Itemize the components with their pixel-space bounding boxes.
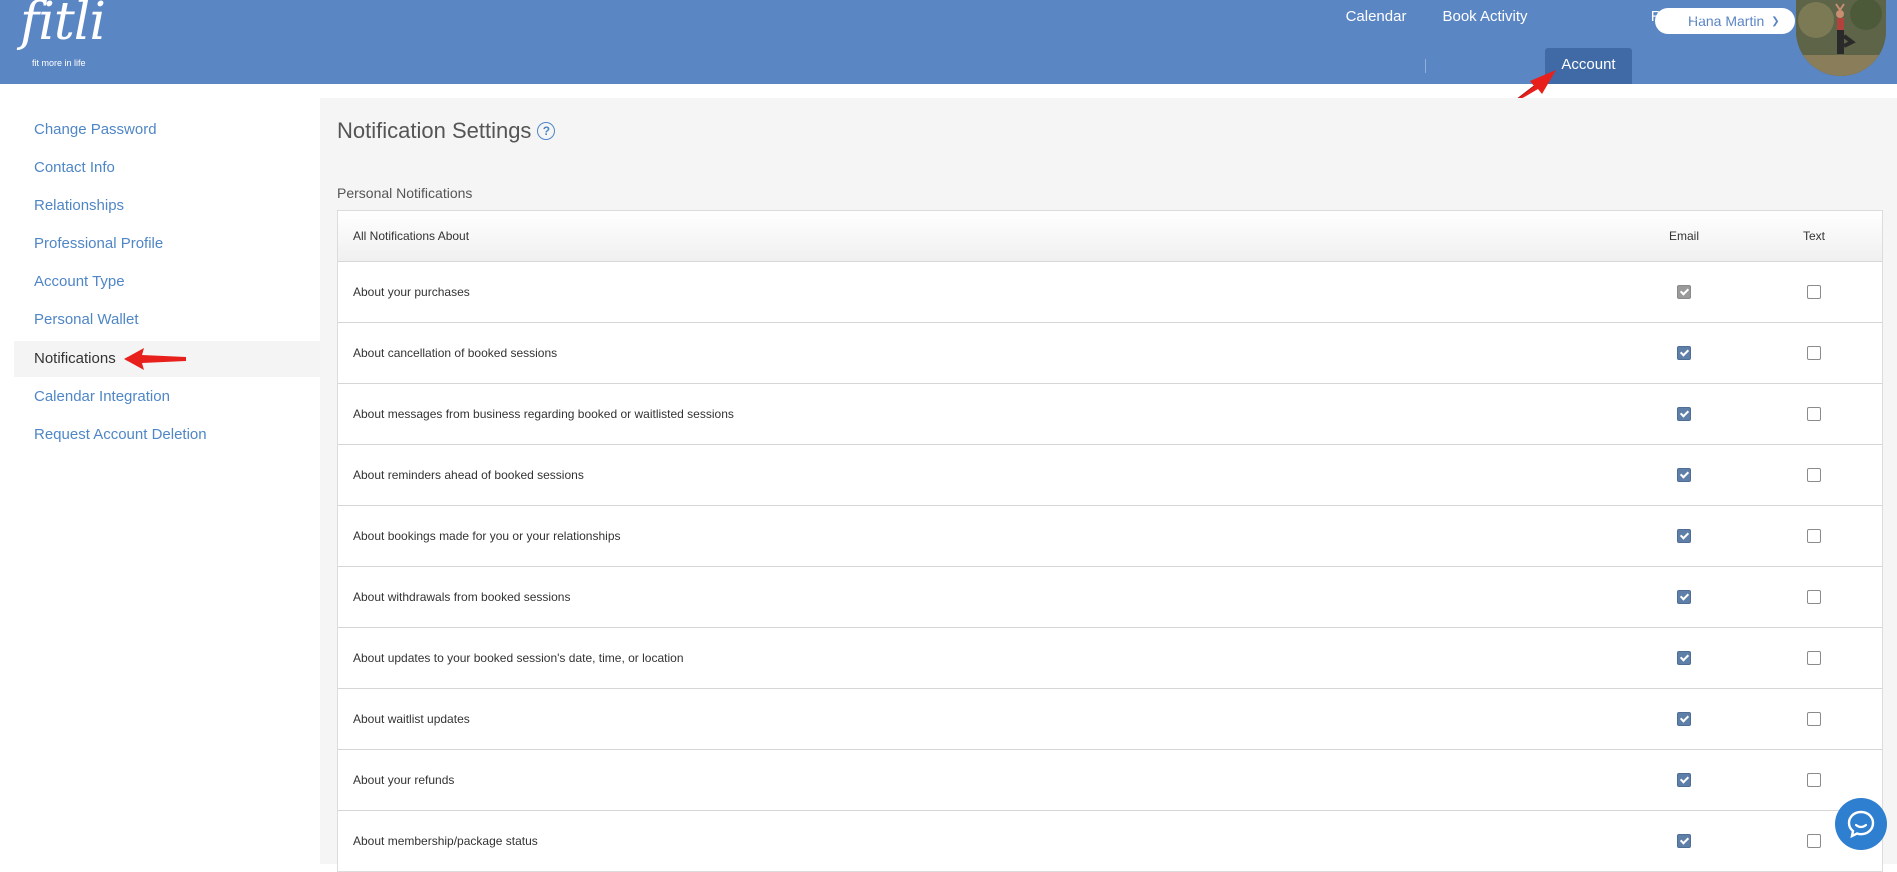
email-cell: [1624, 712, 1744, 727]
table-row: About messages from business regarding b…: [338, 384, 1882, 445]
text-cell: [1754, 407, 1874, 422]
table-header: All Notifications About Email Text: [338, 211, 1882, 262]
email-cell: [1624, 529, 1744, 544]
text-cell: [1754, 712, 1874, 727]
sidebar-item-calendar-integration[interactable]: Calendar Integration: [14, 379, 320, 415]
notification-label: About messages from business regarding b…: [353, 407, 734, 421]
email-cell: [1624, 834, 1744, 849]
table-row: About reminders ahead of booked sessions: [338, 445, 1882, 506]
sidebar-item-professional-profile[interactable]: Professional Profile: [14, 226, 320, 262]
email-checkbox[interactable]: [1677, 834, 1691, 849]
text-checkbox[interactable]: [1807, 285, 1821, 300]
table-row: About waitlist updates: [338, 689, 1882, 750]
email-checkbox[interactable]: [1677, 468, 1691, 483]
notification-label: About membership/package status: [353, 834, 538, 848]
sidebar-item-change-password[interactable]: Change Password: [14, 112, 320, 148]
main-content: Notification Settings ? Personal Notific…: [320, 98, 1897, 872]
logo-wordmark: fitli: [20, 0, 106, 52]
email-checkbox[interactable]: [1677, 651, 1691, 666]
text-cell: [1754, 346, 1874, 361]
text-cell: [1754, 773, 1874, 788]
email-cell: [1624, 468, 1744, 483]
email-checkbox[interactable]: [1677, 407, 1691, 422]
email-checkbox[interactable]: [1677, 590, 1691, 605]
text-checkbox[interactable]: [1807, 712, 1821, 727]
table-row: About cancellation of booked sessions: [338, 323, 1882, 384]
sidebar: Change Password Contact Info Relationshi…: [0, 84, 320, 864]
nav-reports[interactable]: Reports: [1645, 0, 1709, 36]
text-cell: [1754, 651, 1874, 666]
email-checkbox[interactable]: [1677, 346, 1691, 361]
section-label: Personal Notifications: [337, 185, 473, 201]
text-cell: [1754, 285, 1874, 300]
text-checkbox[interactable]: [1807, 773, 1821, 788]
header-email: Email: [1668, 229, 1699, 243]
notification-label: About bookings made for you or your rela…: [353, 529, 621, 543]
header-text: Text: [1802, 229, 1825, 243]
nav-divider: [1425, 59, 1426, 73]
text-checkbox[interactable]: [1807, 834, 1821, 849]
page-title-text: Notification Settings: [337, 118, 532, 143]
email-cell: [1624, 285, 1744, 300]
text-checkbox[interactable]: [1807, 407, 1821, 422]
text-checkbox[interactable]: [1807, 590, 1821, 605]
email-cell: [1624, 590, 1744, 605]
sidebar-item-personal-wallet[interactable]: Personal Wallet: [14, 302, 320, 338]
table-row: About bookings made for you or your rela…: [338, 506, 1882, 567]
notification-label: About your refunds: [353, 773, 455, 787]
text-checkbox[interactable]: [1807, 346, 1821, 361]
text-checkbox[interactable]: [1807, 651, 1821, 666]
email-checkbox[interactable]: [1677, 529, 1691, 544]
table-body: About your purchases About cancellation o…: [338, 262, 1882, 871]
text-checkbox[interactable]: [1807, 529, 1821, 544]
notification-label: About withdrawals from booked sessions: [353, 590, 571, 604]
email-cell: [1624, 346, 1744, 361]
email-checkbox[interactable]: [1677, 773, 1691, 788]
nav-calendar[interactable]: Calendar: [1340, 0, 1412, 36]
notification-label: About cancellation of booked sessions: [353, 346, 558, 360]
sidebar-item-relationships[interactable]: Relationships: [14, 188, 320, 224]
table-row: About updates to your booked session's d…: [338, 628, 1882, 689]
email-checkbox: [1677, 285, 1691, 300]
chat-button[interactable]: [1835, 798, 1887, 850]
table-row: About your refunds: [338, 750, 1882, 811]
page-title: Notification Settings ?: [337, 118, 556, 144]
nav-book-activity[interactable]: Book Activity: [1437, 0, 1533, 36]
table-row: About withdrawals from booked sessions: [338, 567, 1882, 628]
email-cell: [1624, 651, 1744, 666]
notification-label: About waitlist updates: [353, 712, 470, 726]
notification-label: About updates to your booked session's d…: [353, 651, 684, 665]
email-cell: [1624, 407, 1744, 422]
text-checkbox[interactable]: [1807, 468, 1821, 483]
avatar[interactable]: [1796, 0, 1886, 76]
help-icon[interactable]: ?: [537, 122, 556, 140]
notifications-table: All Notifications About Email Text About…: [337, 210, 1883, 872]
text-cell: [1754, 529, 1874, 544]
sidebar-item-request-account-deletion[interactable]: Request Account Deletion: [14, 417, 320, 453]
chat-icon: [1847, 810, 1875, 839]
table-row: About membership/package status: [338, 811, 1882, 871]
email-checkbox[interactable]: [1677, 712, 1691, 727]
notification-label: About reminders ahead of booked sessions: [353, 468, 584, 482]
text-cell: [1754, 468, 1874, 483]
text-cell: [1754, 590, 1874, 605]
notification-label: About your purchases: [353, 285, 470, 299]
chevron-down-icon: ❯: [1771, 15, 1780, 27]
sidebar-item-account-type[interactable]: Account Type: [14, 264, 320, 300]
header-notifications-about: All Notifications About: [353, 229, 470, 243]
top-header: fitli fit more in life Hana Martin ❯ Cal…: [0, 0, 1897, 84]
table-row: About your purchases: [338, 262, 1882, 323]
logo-tagline: fit more in life: [32, 58, 86, 68]
fitli-logo[interactable]: fitli fit more in life: [14, 0, 114, 74]
sidebar-item-contact-info[interactable]: Contact Info: [14, 150, 320, 186]
red-arrow-annotation: [124, 348, 186, 370]
email-cell: [1624, 773, 1744, 788]
